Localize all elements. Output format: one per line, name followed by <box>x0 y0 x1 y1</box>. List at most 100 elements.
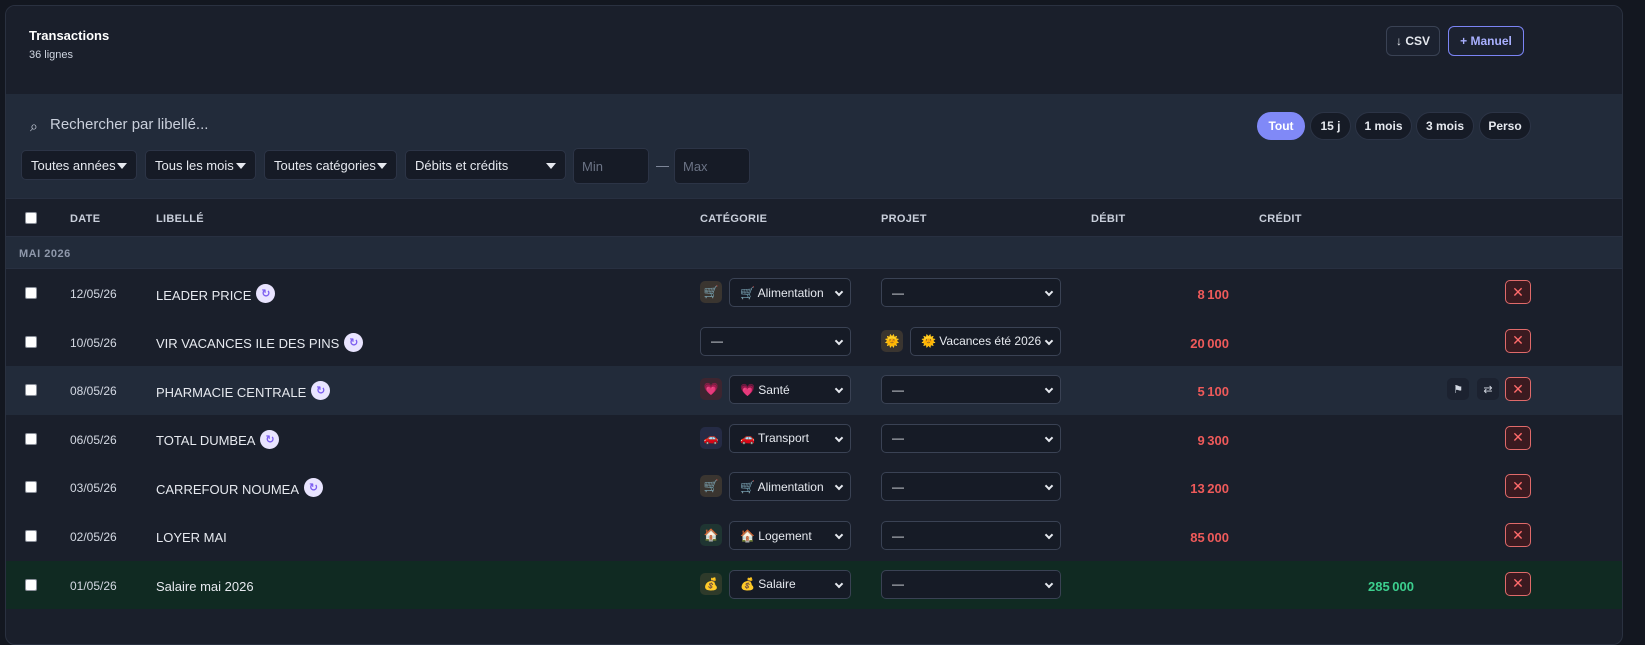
period-1m-pill[interactable]: 1 mois <box>1355 112 1412 140</box>
row-checkbox[interactable] <box>25 530 37 542</box>
row-label: VIR VACANCES ILE DES PINS ↻ <box>156 332 364 352</box>
row-checkbox[interactable] <box>25 384 37 397</box>
row-debit: 85 000 <box>1190 530 1229 545</box>
search-input[interactable] <box>50 110 550 138</box>
row-date: 06/05/26 <box>70 432 117 447</box>
flag-icon[interactable]: ⚑ <box>1447 378 1469 401</box>
category-dropdown-value: 🛒 Alimentation <box>740 285 824 300</box>
category-dropdown[interactable]: 🛒 Alimentation <box>729 472 851 502</box>
export-csv-button[interactable]: ↓ CSV <box>1386 26 1440 56</box>
column-credit[interactable]: CRÉDIT <box>1259 213 1302 225</box>
project-dropdown-value: 🌞 Vacances été 2026 <box>921 334 1042 349</box>
row-label-text: LOYER MAI <box>156 530 227 545</box>
column-debit[interactable]: DÉBIT <box>1091 213 1126 225</box>
max-amount-input[interactable] <box>674 148 750 184</box>
project-dropdown[interactable]: — <box>881 278 1061 307</box>
row-credit: 285 000 <box>1368 578 1414 594</box>
delete-icon[interactable]: ✕ <box>1505 474 1531 499</box>
filter-bar: ⌕ Tout 15 j 1 mois 3 mois Perso Toutes a… <box>6 94 1622 198</box>
table-row[interactable]: 08/05/26 PHARMACIE CENTRALE ↻ 💗 💗 Santé … <box>6 366 1622 415</box>
min-amount-input[interactable] <box>573 148 649 184</box>
table-row[interactable]: 10/05/26 VIR VACANCES ILE DES PINS ↻ — 🌞… <box>6 317 1622 367</box>
project-dropdown[interactable]: — <box>881 569 1061 599</box>
chevron-down-icon <box>834 384 844 394</box>
month-select[interactable]: Tous les mois <box>145 150 256 180</box>
search-icon: ⌕ <box>30 118 38 134</box>
row-checkbox[interactable] <box>25 335 37 348</box>
category-select[interactable]: Toutes catégories <box>264 150 397 180</box>
category-dropdown[interactable]: 🏠 Logement <box>729 521 851 550</box>
type-select[interactable]: Débits et crédits <box>405 150 566 180</box>
column-date[interactable]: DATE <box>70 213 100 225</box>
delete-icon[interactable]: ✕ <box>1505 425 1531 450</box>
table-row[interactable]: 06/05/26 TOTAL DUMBEA ↻ 🚗 🚗 Transport — … <box>6 414 1622 464</box>
category-dropdown[interactable]: 💗 Santé <box>729 375 851 405</box>
heart-icon: 💗 <box>700 378 722 401</box>
category-dropdown[interactable]: 🛒 Alimentation <box>729 278 851 307</box>
chevron-down-icon <box>834 579 844 588</box>
delete-icon[interactable]: ✕ <box>1505 377 1531 402</box>
row-label: LOYER MAI <box>156 530 227 545</box>
period-3m-pill[interactable]: 3 mois <box>1416 112 1474 140</box>
project-dropdown-value: — <box>892 285 904 300</box>
month-select-value: Tous les mois <box>155 157 234 173</box>
table-row[interactable]: 02/05/26 LOYER MAI 🏠 🏠 Logement — 85 000… <box>6 512 1622 561</box>
chevron-down-icon <box>834 482 844 491</box>
period-custom-pill[interactable]: Perso <box>1479 112 1531 140</box>
recurring-icon: ↻ <box>256 284 276 303</box>
column-label[interactable]: LIBELLÉ <box>156 213 204 225</box>
type-select-value: Débits et crédits <box>415 157 509 173</box>
project-dropdown[interactable]: — <box>881 423 1061 453</box>
chevron-down-icon <box>834 530 844 540</box>
year-select-value: Toutes années <box>31 157 116 173</box>
project-dropdown-value: — <box>892 577 904 592</box>
category-dropdown[interactable]: 🚗 Transport <box>729 423 851 453</box>
row-label-text: Salaire mai 2026 <box>156 578 254 594</box>
row-label: PHARMACIE CENTRALE ↻ <box>156 381 331 401</box>
chevron-down-icon <box>546 163 556 169</box>
row-checkbox[interactable] <box>25 481 37 494</box>
car-icon: 🚗 <box>700 426 722 449</box>
transactions-panel: Transactions 36 lignes ↓ CSV + Manuel ⌕ … <box>5 5 1623 645</box>
category-dropdown[interactable]: 💰 Salaire <box>729 569 851 599</box>
recurring-icon: ↻ <box>344 332 364 352</box>
row-date: 03/05/26 <box>70 481 117 496</box>
cart-icon: 🛒 <box>700 281 722 303</box>
row-date: 08/05/26 <box>70 384 117 399</box>
project-dropdown[interactable]: — <box>881 375 1061 405</box>
row-label: CARREFOUR NOUMEA ↻ <box>156 478 324 498</box>
chevron-down-icon <box>834 336 844 345</box>
period-all-pill[interactable]: Tout <box>1257 112 1305 140</box>
column-project[interactable]: PROJET <box>881 213 927 225</box>
chevron-down-icon <box>834 287 844 297</box>
table-row[interactable]: 03/05/26 CARREFOUR NOUMEA ↻ 🛒 🛒 Alimenta… <box>6 463 1622 512</box>
row-date: 10/05/26 <box>70 335 117 350</box>
period-15d-pill[interactable]: 15 j <box>1310 112 1351 140</box>
row-label-text: CARREFOUR NOUMEA <box>156 481 300 497</box>
project-dropdown[interactable]: — <box>881 521 1061 550</box>
row-checkbox[interactable] <box>25 432 37 445</box>
column-category[interactable]: CATÉGORIE <box>700 213 767 225</box>
table-row[interactable]: 01/05/26 Salaire mai 2026 💰 💰 Salaire — … <box>6 560 1622 610</box>
year-select[interactable]: Toutes années <box>21 150 137 180</box>
row-debit: 20 000 <box>1190 335 1229 351</box>
delete-icon[interactable]: ✕ <box>1505 571 1531 596</box>
delete-icon[interactable]: ✕ <box>1505 328 1531 353</box>
project-dropdown[interactable]: — <box>881 472 1061 502</box>
row-checkbox[interactable] <box>25 287 37 299</box>
table-row[interactable]: 12/05/26 LEADER PRICE ↻ 🛒 🛒 Alimentation… <box>6 269 1622 318</box>
recurring-icon: ↻ <box>304 478 324 498</box>
delete-icon[interactable]: ✕ <box>1505 280 1531 304</box>
delete-icon[interactable]: ✕ <box>1505 523 1531 547</box>
project-dropdown[interactable]: 🌞 Vacances été 2026 <box>910 326 1061 356</box>
row-checkbox[interactable] <box>25 578 37 591</box>
select-all-checkbox[interactable] <box>25 212 37 224</box>
category-dropdown[interactable]: — <box>700 326 851 356</box>
row-date: 12/05/26 <box>70 287 117 301</box>
chevron-down-icon <box>236 163 246 169</box>
page-title: Transactions <box>29 28 110 43</box>
row-label: Salaire mai 2026 <box>156 579 254 594</box>
transfer-icon[interactable]: ⇄ <box>1477 378 1499 401</box>
row-date: 02/05/26 <box>70 530 117 544</box>
add-manual-button[interactable]: + Manuel <box>1448 26 1524 56</box>
